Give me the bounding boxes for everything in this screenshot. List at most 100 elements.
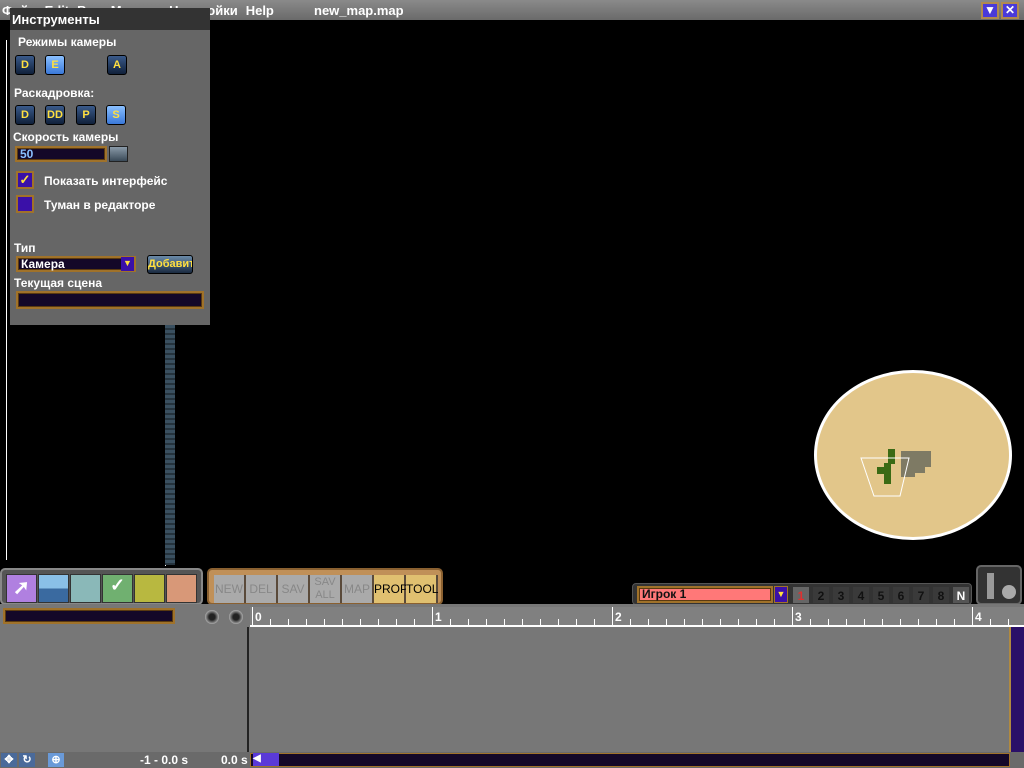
current-scene-label: Текущая сцена	[14, 276, 103, 290]
select-tool-button[interactable]: ➚	[6, 574, 37, 603]
time-range: -1 - 0.0 s	[140, 753, 189, 767]
ruler-tick	[702, 619, 703, 625]
ruler-tick	[1008, 619, 1009, 625]
cursor-icon: ➚	[13, 577, 30, 599]
move-icon[interactable]: ✥	[1, 753, 17, 767]
fog-label: Туман в редакторе	[44, 198, 156, 212]
speed-slider-handle[interactable]	[109, 146, 128, 162]
triggers-tool-button[interactable]: ✓	[102, 574, 133, 603]
player-neutral-button[interactable]: N	[953, 587, 969, 603]
map-button[interactable]: MAP	[342, 575, 374, 603]
player-2-button[interactable]: 2	[813, 587, 829, 603]
add-button[interactable]: Добавить	[147, 255, 193, 274]
show-interface-checkbox[interactable]: ✓	[16, 171, 34, 189]
ruler-tick	[306, 619, 307, 625]
player-1-button[interactable]: 1	[793, 587, 809, 603]
player-7-button[interactable]: 7	[913, 587, 929, 603]
player-select[interactable]: Игрок 1	[637, 586, 773, 603]
camera-speed-input[interactable]: 50	[15, 146, 107, 162]
ruler-tick	[504, 619, 505, 625]
current-scene-field[interactable]	[16, 291, 204, 309]
ruler-tick	[846, 619, 847, 625]
player-dropdown-icon[interactable]: ▼	[774, 586, 788, 603]
storyboard-d-button[interactable]: D	[15, 105, 35, 125]
ruler-tick	[738, 619, 739, 625]
camera-mode-d-button[interactable]: D	[15, 55, 35, 75]
minimize-button[interactable]: ▼	[981, 2, 999, 19]
tool-button[interactable]: TOOL	[406, 575, 438, 603]
player-bar: Игрок 1 ▼ 1 2 3 4 5 6 7 8 N	[632, 583, 972, 605]
ruler-label: 3	[795, 610, 802, 624]
timeline-scroll-thumb[interactable]: ◀	[253, 753, 279, 766]
player-6-button[interactable]: 6	[893, 587, 909, 603]
ruler-tick	[774, 619, 775, 625]
ruler-label: 4	[975, 610, 982, 624]
ruler-tick	[450, 619, 451, 625]
ruler-tick	[630, 619, 631, 625]
ruler-tick	[612, 607, 613, 627]
ruler-tick	[468, 619, 469, 625]
player-5-button[interactable]: 5	[873, 587, 889, 603]
rotate-knob-icon[interactable]	[1002, 585, 1016, 599]
timeline-name-field[interactable]	[3, 608, 175, 624]
ruler-label: 2	[615, 610, 622, 624]
status-bar: ✥ ↻ ⊕ -1 - 0.0 s 0.0 s ◀	[0, 752, 1024, 768]
type-select[interactable]: Камера ▼	[16, 256, 136, 272]
play-icon[interactable]	[229, 610, 243, 624]
chevron-down-icon: ▼	[121, 257, 134, 271]
save-button[interactable]: SAV	[278, 575, 310, 603]
storyboard-dd-button[interactable]: DD	[45, 105, 65, 125]
zoom-slider[interactable]	[987, 573, 994, 599]
ruler-tick	[522, 619, 523, 625]
tools-panel-title: Инструменты	[10, 8, 210, 30]
timeline-ruler[interactable]: 0 1 2 3 4	[250, 607, 1024, 627]
cinematics-tool-button[interactable]	[166, 574, 197, 603]
type-label: Тип	[14, 241, 36, 255]
ruler-tick	[342, 619, 343, 625]
fog-checkbox[interactable]	[16, 195, 34, 213]
stop-icon[interactable]	[205, 610, 219, 624]
scripts-tool-button[interactable]	[134, 574, 165, 603]
close-button[interactable]: ✕	[1001, 2, 1019, 19]
menu-help[interactable]: Help	[246, 3, 274, 18]
ruler-tick	[648, 619, 649, 625]
checklist-icon: ✓	[110, 575, 126, 595]
ruler-tick	[810, 619, 811, 625]
save-all-button[interactable]: SAV ALL	[310, 575, 342, 603]
ruler-tick	[666, 619, 667, 625]
ruler-label: 0	[255, 610, 262, 624]
ruler-tick	[990, 619, 991, 625]
minimap[interactable]	[813, 369, 1013, 541]
ruler-tick	[396, 619, 397, 625]
ruler-tick	[414, 619, 415, 625]
tree-scrollbar[interactable]	[165, 325, 175, 565]
camera-mode-e-button[interactable]: E	[45, 55, 65, 75]
player-3-button[interactable]: 3	[833, 587, 849, 603]
storyboard-s-button[interactable]: S	[106, 105, 126, 125]
camera-mode-a-button[interactable]: A	[107, 55, 127, 75]
rotate-icon[interactable]: ↻	[19, 753, 35, 767]
ruler-tick	[270, 619, 271, 625]
objects-tool-button[interactable]	[70, 574, 101, 603]
new-button[interactable]: NEW	[214, 575, 246, 603]
tools-panel: Инструменты Режимы камеры D E A Раскадро…	[10, 8, 210, 325]
track-list[interactable]	[0, 627, 249, 752]
timeline-scrollbar[interactable]: ◀	[250, 753, 1010, 767]
ruler-tick	[432, 607, 433, 627]
properties-button[interactable]: PROP	[374, 575, 408, 603]
delete-button[interactable]: DEL	[246, 575, 278, 603]
mode-toolbar: ➚ ✓	[0, 568, 203, 605]
storyboard-p-button[interactable]: P	[76, 105, 96, 125]
ruler-tick	[360, 619, 361, 625]
player-4-button[interactable]: 4	[853, 587, 869, 603]
ruler-tick	[252, 607, 253, 627]
camera-orbit-icon[interactable]: ⊕	[48, 753, 64, 767]
vertical-scrollbar[interactable]	[1009, 627, 1024, 752]
current-time: 0.0 s	[221, 753, 248, 767]
ruler-tick	[594, 619, 595, 625]
track-area[interactable]	[251, 627, 1024, 752]
player-8-button[interactable]: 8	[933, 587, 949, 603]
ruler-tick	[288, 619, 289, 625]
ruler-tick	[324, 619, 325, 625]
terrain-tool-button[interactable]	[38, 574, 69, 603]
